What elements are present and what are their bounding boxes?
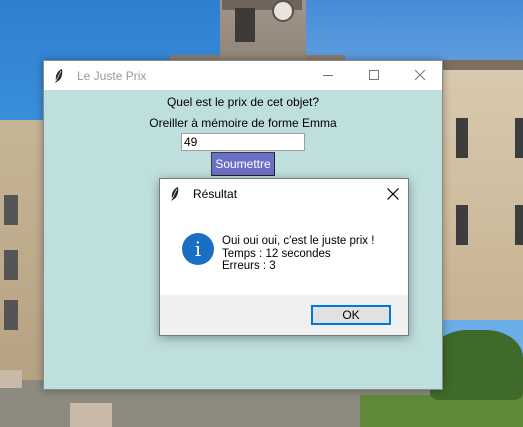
price-input[interactable]: [181, 133, 305, 151]
result-dialog: Résultat i Oui oui oui, c'est le juste p…: [159, 178, 409, 336]
stone-block: [70, 403, 112, 427]
clock-face: [272, 0, 294, 22]
info-icon: i: [182, 233, 214, 265]
close-button[interactable]: [397, 61, 443, 90]
close-icon: [387, 188, 399, 200]
window-title: Le Juste Prix: [77, 68, 147, 83]
main-titlebar[interactable]: Le Juste Prix: [44, 61, 442, 90]
product-name-label: Oreiller à mémoire de forme Emma: [149, 116, 337, 130]
minimize-icon: [322, 75, 333, 76]
message-line: Oui oui oui, c'est le juste prix !: [222, 235, 375, 247]
feather-icon: [170, 187, 182, 201]
building-window: [4, 250, 18, 280]
building-window: [4, 195, 18, 225]
building-window: [456, 205, 468, 245]
ok-button[interactable]: OK: [311, 305, 391, 325]
dialog-titlebar[interactable]: Résultat: [160, 179, 408, 209]
maximize-icon: [368, 70, 379, 80]
building-window: [515, 205, 523, 245]
dialog-footer: OK: [160, 295, 408, 335]
tree: [430, 330, 523, 400]
right-building: [440, 70, 523, 320]
result-message: Oui oui oui, c'est le juste prix ! Temps…: [222, 235, 374, 273]
submit-button[interactable]: Soumettre: [211, 152, 275, 176]
message-line: Temps : 12 secondes: [222, 247, 331, 260]
message-line: Erreurs : 3: [222, 260, 276, 272]
building-window: [4, 300, 18, 330]
question-label: Quel est le prix de cet objet?: [166, 95, 320, 109]
stone-block: [0, 370, 22, 388]
minimize-button[interactable]: [305, 61, 351, 90]
close-icon: [414, 70, 425, 81]
maximize-button[interactable]: [351, 61, 397, 90]
feather-icon: [54, 68, 66, 83]
dialog-title: Résultat: [193, 187, 238, 201]
tower-window: [235, 8, 255, 42]
dialog-close-button[interactable]: [378, 179, 408, 209]
building-window: [515, 118, 523, 158]
building-window: [456, 118, 468, 158]
